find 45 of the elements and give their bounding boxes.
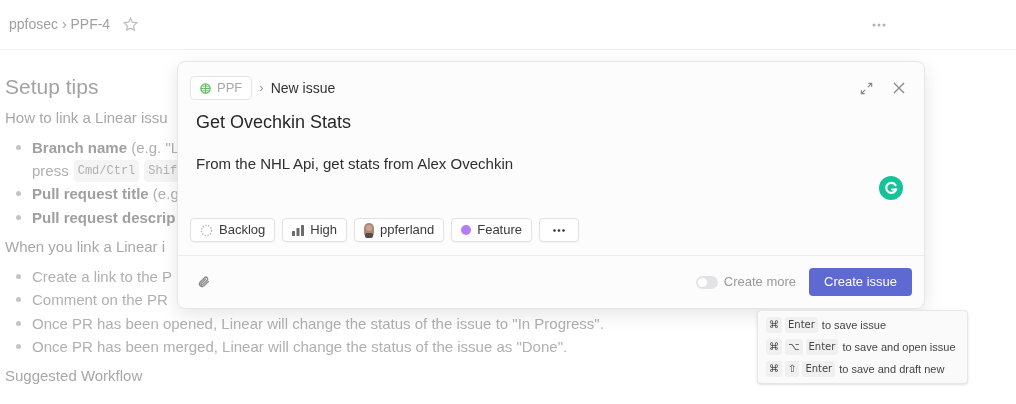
status-chip[interactable]: Backlog bbox=[190, 218, 276, 242]
assignee-chip[interactable]: ppferland bbox=[354, 218, 445, 242]
create-issue-button[interactable]: Create issue bbox=[809, 268, 912, 296]
paperclip-icon[interactable] bbox=[197, 275, 210, 289]
dialog-breadcrumb: New issue bbox=[270, 78, 336, 98]
expand-icon[interactable] bbox=[860, 81, 873, 95]
list-item-text: Once PR has been opened, Linear will change the status of the issue to "In Progress". bbox=[32, 313, 604, 334]
signal-bars-icon bbox=[292, 224, 305, 236]
globe-icon bbox=[200, 82, 211, 94]
more-options-button[interactable] bbox=[539, 218, 580, 242]
label-chip[interactable]: Feature bbox=[451, 218, 533, 242]
key-cap: ⇧ bbox=[785, 361, 800, 377]
close-icon[interactable] bbox=[893, 82, 905, 94]
dashed-circle-icon bbox=[200, 223, 213, 237]
inline-code: Cmd/Ctrl bbox=[73, 159, 140, 182]
ellipsis-icon bbox=[553, 228, 566, 232]
key-cap: ⌘ bbox=[766, 361, 782, 377]
list-item-text: press bbox=[32, 160, 69, 181]
breadcrumb-separator: › bbox=[259, 79, 264, 98]
priority-chip[interactable]: High bbox=[282, 218, 347, 242]
shortcut-description: to save and open issue bbox=[842, 339, 956, 355]
section-heading: Setup tips bbox=[5, 74, 99, 100]
key-cap: Enter bbox=[785, 317, 818, 333]
shortcut-description: to save and draft new bbox=[839, 361, 945, 377]
create-more-label: Create more bbox=[723, 273, 796, 292]
more-icon[interactable] bbox=[872, 22, 886, 27]
list-item-text: Create a link to the P bbox=[32, 266, 173, 287]
key-cap: Enter bbox=[802, 361, 836, 377]
list-item-text: Comment on the PR bbox=[32, 290, 168, 310]
create-more-toggle[interactable] bbox=[695, 275, 718, 289]
shortcut-description: to save issue bbox=[821, 317, 887, 333]
issue-description-field[interactable]: From the NHL Api, get stats from Alex Ovechkin bbox=[196, 153, 514, 176]
star-icon[interactable] bbox=[123, 17, 139, 32]
grammarly-icon[interactable] bbox=[879, 176, 903, 200]
list-item-text: Pull request descrip bbox=[32, 207, 176, 228]
paragraph: When you link a Linear i bbox=[5, 236, 166, 257]
avatar-icon bbox=[364, 222, 374, 238]
key-cap: Enter bbox=[805, 339, 839, 355]
issue-title-field[interactable]: Get Ovechkin Stats bbox=[196, 109, 352, 136]
list-item-text: Once PR has been merged, Linear will change the status of the issue as "Done". bbox=[32, 337, 568, 357]
paragraph: How to link a Linear issu bbox=[5, 108, 168, 128]
key-cap: ⌘ bbox=[766, 317, 782, 333]
paragraph: Suggested Workflow bbox=[5, 366, 143, 386]
key-cap: ⌘ bbox=[766, 339, 782, 355]
key-cap: ⌥ bbox=[785, 339, 803, 355]
